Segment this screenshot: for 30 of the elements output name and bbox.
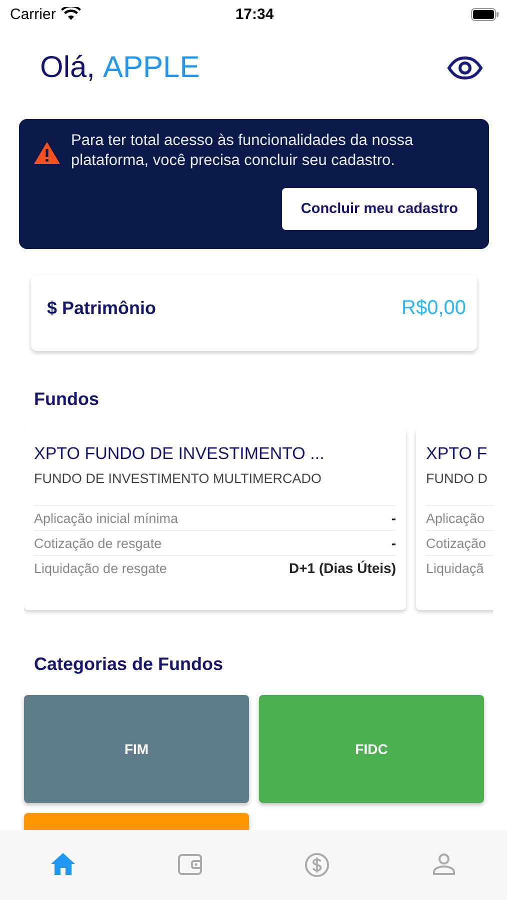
fund-detail-label: Aplicação bbox=[426, 510, 485, 526]
patrimony-value: R$0,00 bbox=[402, 296, 466, 320]
section-title: Fundos bbox=[34, 389, 100, 410]
warning-icon bbox=[33, 141, 61, 165]
fund-name: XPTO FUNDO DE INVESTIMENTO ... bbox=[34, 444, 326, 464]
fund-detail-label: Aplicação inicial mínima bbox=[34, 510, 178, 526]
fund-detail-value: - bbox=[391, 535, 396, 551]
fund-card[interactable]: XPTO FUNDO DE INVESTIMENTO ... FUNDO DE INVESTIMENTO MULTIMERCADO Aplicação inicial mínima - Cotização de resgate - Liquidação de resgate D+1 (Dias Úteis) bbox=[24, 428, 406, 610]
fund-detail-value: D+1 (Dias Úteis) bbox=[289, 560, 396, 576]
greeting-text: Olá, bbox=[40, 51, 96, 85]
fund-name: XPTO F bbox=[426, 444, 488, 464]
fund-detail-value: - bbox=[391, 510, 396, 526]
carrier-label: Carrier bbox=[10, 6, 56, 22]
clock-time: 17:34 bbox=[235, 6, 274, 22]
section-title: Categorias de Fundos bbox=[34, 654, 224, 675]
category-tile[interactable]: FIM bbox=[24, 695, 249, 803]
fund-detail-label: Liquidação de resgate bbox=[34, 560, 167, 576]
complete-registration-button[interactable]: Concluir meu cadastro bbox=[282, 188, 477, 230]
user-name: APPLE bbox=[103, 51, 200, 85]
battery-icon bbox=[471, 8, 499, 20]
patrimony-label: $ Patrimônio bbox=[47, 298, 156, 318]
eye-icon[interactable] bbox=[447, 56, 483, 80]
warning-message: Para ter total acesso às funcionalidades da nossa plataforma, você precisa concluir seu cadastro. bbox=[71, 131, 414, 171]
wifi-icon bbox=[60, 7, 81, 21]
fund-type: FUNDO D bbox=[426, 471, 488, 486]
fund-type: FUNDO DE INVESTIMENTO MULTIMERCADO bbox=[34, 471, 323, 486]
fund-detail-label: Liquidaçã bbox=[426, 560, 484, 576]
fund-card[interactable]: XPTO F FUNDO D Aplicação Cotização Liquidaçã bbox=[416, 428, 493, 610]
fund-detail-label: Cotização bbox=[426, 536, 486, 550]
fund-detail-label: Cotização de resgate bbox=[34, 536, 162, 550]
